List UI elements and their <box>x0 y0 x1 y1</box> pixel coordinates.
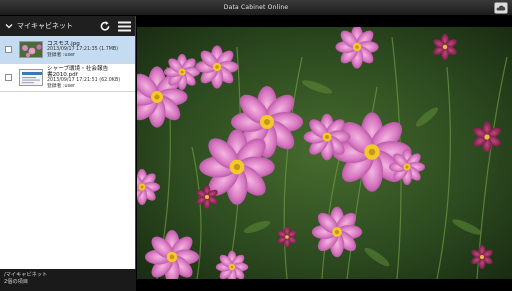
current-path: /マイキャビネット <box>4 272 48 278</box>
folder-title: マイキャビネット <box>17 22 73 30</box>
menu-button[interactable] <box>117 19 131 33</box>
sidebar-footer: /マイキャビネット 2個の項目 <box>0 269 136 291</box>
file-row-report[interactable]: シャープ環境・社会報告 書2010.pdf 2013/09/17 17:21:5… <box>0 64 135 92</box>
chevron-down-icon <box>5 24 13 29</box>
file-owner: 登録者 :user <box>47 83 75 89</box>
file-sidebar: マイキャビネット コスモス.jpg 2013/09/17 17:21:35 (1… <box>0 16 136 291</box>
file-checkbox[interactable] <box>5 74 12 81</box>
item-count: 2個の項目 <box>4 279 29 285</box>
file-checkbox[interactable] <box>5 46 12 53</box>
hamburger-menu-icon <box>117 21 131 31</box>
cloud-sync-button[interactable] <box>494 1 508 14</box>
file-owner: 登録者 :user <box>47 52 75 58</box>
sidebar-header: マイキャビネット <box>0 16 135 36</box>
app-title: Data Cabinet Online <box>223 4 289 11</box>
image-thumbnail <box>19 41 43 58</box>
back-button[interactable] <box>4 21 14 31</box>
cloud-sync-icon <box>494 1 508 14</box>
image-viewer[interactable] <box>137 16 512 291</box>
file-list: コスモス.jpg 2013/09/17 17:21:35 (1.7MB) 登録者… <box>0 36 135 92</box>
preview-image <box>137 27 512 279</box>
refresh-button[interactable] <box>98 19 112 33</box>
refresh-icon <box>100 21 110 31</box>
pdf-thumbnail <box>19 69 43 86</box>
file-row-cosmos[interactable]: コスモス.jpg 2013/09/17 17:21:35 (1.7MB) 登録者… <box>0 36 135 64</box>
title-bar: Data Cabinet Online <box>0 0 512 16</box>
